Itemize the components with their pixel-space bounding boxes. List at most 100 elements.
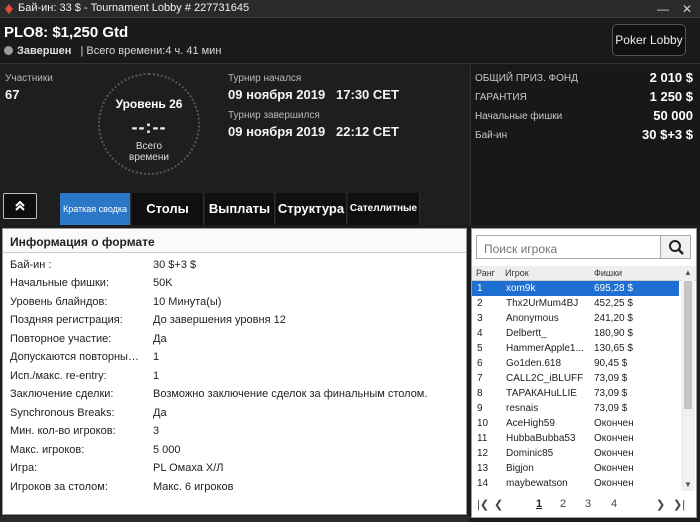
player-chips: 73,09 $ (594, 403, 628, 414)
player-name: ТАРАКАНuLLIE (506, 388, 577, 399)
format-row: Повторное участие: Да (3, 330, 466, 348)
level-timer: --:-- (131, 117, 167, 137)
status-dot-icon (4, 46, 13, 55)
player-name: HammerApple1... (506, 343, 584, 354)
player-rank: 11 (477, 433, 488, 444)
finished-value: 09 ноября 2019 22:12 CET (228, 124, 399, 139)
tab-summary[interactable]: Краткая сводка (60, 193, 131, 225)
page-4[interactable]: 4 (611, 498, 617, 510)
player-row[interactable]: 9 resnais 73,09 $ (472, 401, 679, 416)
minimize-icon[interactable]: — (652, 0, 674, 18)
participants-value: 67 (5, 87, 20, 102)
player-row[interactable]: 5 HammerApple1... 130,65 $ (472, 341, 679, 356)
player-name: xom9k (506, 283, 536, 294)
started-label: Турнир начался (228, 73, 302, 84)
started-value: 09 ноября 2019 17:30 CET (228, 87, 399, 102)
next-page-icon[interactable]: ❯ (656, 498, 665, 511)
window-titlebar: Бай-ин: 33 $ - Tournament Lobby # 227731… (0, 0, 700, 18)
player-row[interactable]: 8 ТАРАКАНuLLIE 73,09 $ (472, 386, 679, 401)
collapse-button[interactable] (3, 193, 37, 219)
format-value: Возможно заключение сделок за финальным … (153, 388, 428, 400)
player-name: Thx2UrMum4BJ (506, 298, 579, 309)
player-row[interactable]: 12 Dominic85 Окончен (472, 446, 679, 461)
player-rank: 12 (477, 448, 489, 459)
col-player[interactable]: Игрок (505, 268, 529, 278)
total-time-line: Всего времени (129, 141, 169, 163)
format-row: Бай-ин : 30 $+3 $ (3, 256, 466, 274)
player-chips: 73,09 $ (594, 373, 628, 384)
poker-lobby-button[interactable]: Poker Lobby (612, 24, 686, 56)
format-row: Допускаются повторные ... 1 (3, 348, 466, 366)
tab-payouts[interactable]: Выплаты (205, 193, 275, 225)
player-name: HubbaBubba53 (506, 433, 576, 444)
player-chips: 452,25 $ (594, 298, 633, 309)
format-label: Игра: (10, 462, 38, 474)
prize-label: ОБЩИЙ ПРИЗ. ФОНД (475, 73, 578, 84)
scrollbar-thumb[interactable] (684, 281, 692, 409)
tab-satellites[interactable]: Сателлитные (348, 193, 420, 225)
player-row[interactable]: 4 Delbertt_ 180,90 $ (472, 326, 679, 341)
player-row[interactable]: 1 xom9k 695,28 $ (472, 281, 679, 296)
player-row[interactable]: 10 AceHigh59 Окончен (472, 416, 679, 431)
format-label: Заключение сделки: (10, 388, 114, 400)
format-row: Макс. игроков: 5 000 (3, 441, 466, 459)
format-row: Игра: PL Омаха Х/Л (3, 459, 466, 477)
close-icon[interactable]: ✕ (676, 0, 698, 18)
first-page-icon[interactable]: |❮ (477, 498, 489, 511)
player-row[interactable]: 14 maybewatson Окончен (472, 476, 679, 491)
format-value: Макс. 6 игроков (153, 481, 234, 493)
player-row[interactable]: 7 CALL2C_iBLUFF 73,09 $ (472, 371, 679, 386)
player-name: resnais (506, 403, 539, 414)
player-name: Delbertt_ (506, 328, 547, 339)
format-label: Повторное участие: (10, 333, 112, 345)
col-chips[interactable]: Фишки (594, 268, 622, 278)
total-time-text: | Всего времени:4 ч. 41 мин (80, 45, 222, 57)
finished-label: Турнир завершился (228, 110, 320, 121)
player-row[interactable]: 11 HubbaBubba53 Окончен (472, 431, 679, 446)
prize-value: 2 010 $ (649, 70, 693, 85)
format-label: Бай-ин : (10, 259, 52, 271)
player-rank: 14 (477, 478, 489, 489)
total-time-label: Всего времени (100, 141, 198, 163)
buyin-value: 30 $+3 $ (642, 127, 693, 142)
players-scrollbar[interactable]: ▲ ▼ (681, 267, 695, 491)
player-chips: Окончен (594, 433, 634, 444)
player-row[interactable]: 13 Bigjon Окончен (472, 461, 679, 476)
format-value: Да (153, 333, 167, 345)
player-rank: 1 (477, 283, 483, 294)
starting-chips-value: 50 000 (653, 108, 693, 123)
player-rank: 4 (477, 328, 483, 339)
player-search-input[interactable] (476, 235, 662, 259)
page-3[interactable]: 3 (585, 498, 591, 510)
player-rank: 13 (477, 463, 489, 474)
format-label: Допускаются повторные ... (10, 351, 142, 363)
search-button[interactable] (660, 235, 691, 259)
prev-page-icon[interactable]: ❮ (494, 498, 503, 511)
player-chips: 241,20 $ (594, 313, 633, 324)
scroll-up-icon[interactable]: ▲ (681, 267, 695, 279)
page-2[interactable]: 2 (560, 498, 566, 510)
format-row: Поздняя регистрация: До завершения уровня… (3, 311, 466, 329)
format-value: 5 000 (153, 444, 181, 456)
page-1[interactable]: 1 (536, 498, 542, 510)
player-name: Anonymous (506, 313, 559, 324)
format-label: Поздняя регистрация: (10, 314, 123, 326)
last-page-icon[interactable]: ❯| (673, 498, 685, 511)
format-row: Заключение сделки: Возможно заключение сд… (3, 385, 466, 403)
tab-tables[interactable]: Столы (132, 193, 204, 225)
format-value: 1 (153, 351, 160, 363)
player-row[interactable]: 3 Anonymous 241,20 $ (472, 311, 679, 326)
player-name: Bigjon (506, 463, 534, 474)
bottom-strip (0, 516, 470, 522)
player-rank: 3 (477, 313, 483, 324)
player-rank: 6 (477, 358, 483, 369)
player-row[interactable]: 2 Thx2UrMum4BJ 452,25 $ (472, 296, 679, 311)
format-value: 1 (153, 370, 160, 382)
scroll-down-icon[interactable]: ▼ (681, 479, 695, 491)
player-chips: 180,90 $ (594, 328, 633, 339)
col-rank[interactable]: Ранг (476, 268, 495, 278)
tab-structure[interactable]: Структура (276, 193, 347, 225)
player-row[interactable]: 6 Go1den.618 90,45 $ (472, 356, 679, 371)
format-label: Исп./макс. re-entry: (10, 370, 107, 382)
player-rank: 7 (477, 373, 483, 384)
